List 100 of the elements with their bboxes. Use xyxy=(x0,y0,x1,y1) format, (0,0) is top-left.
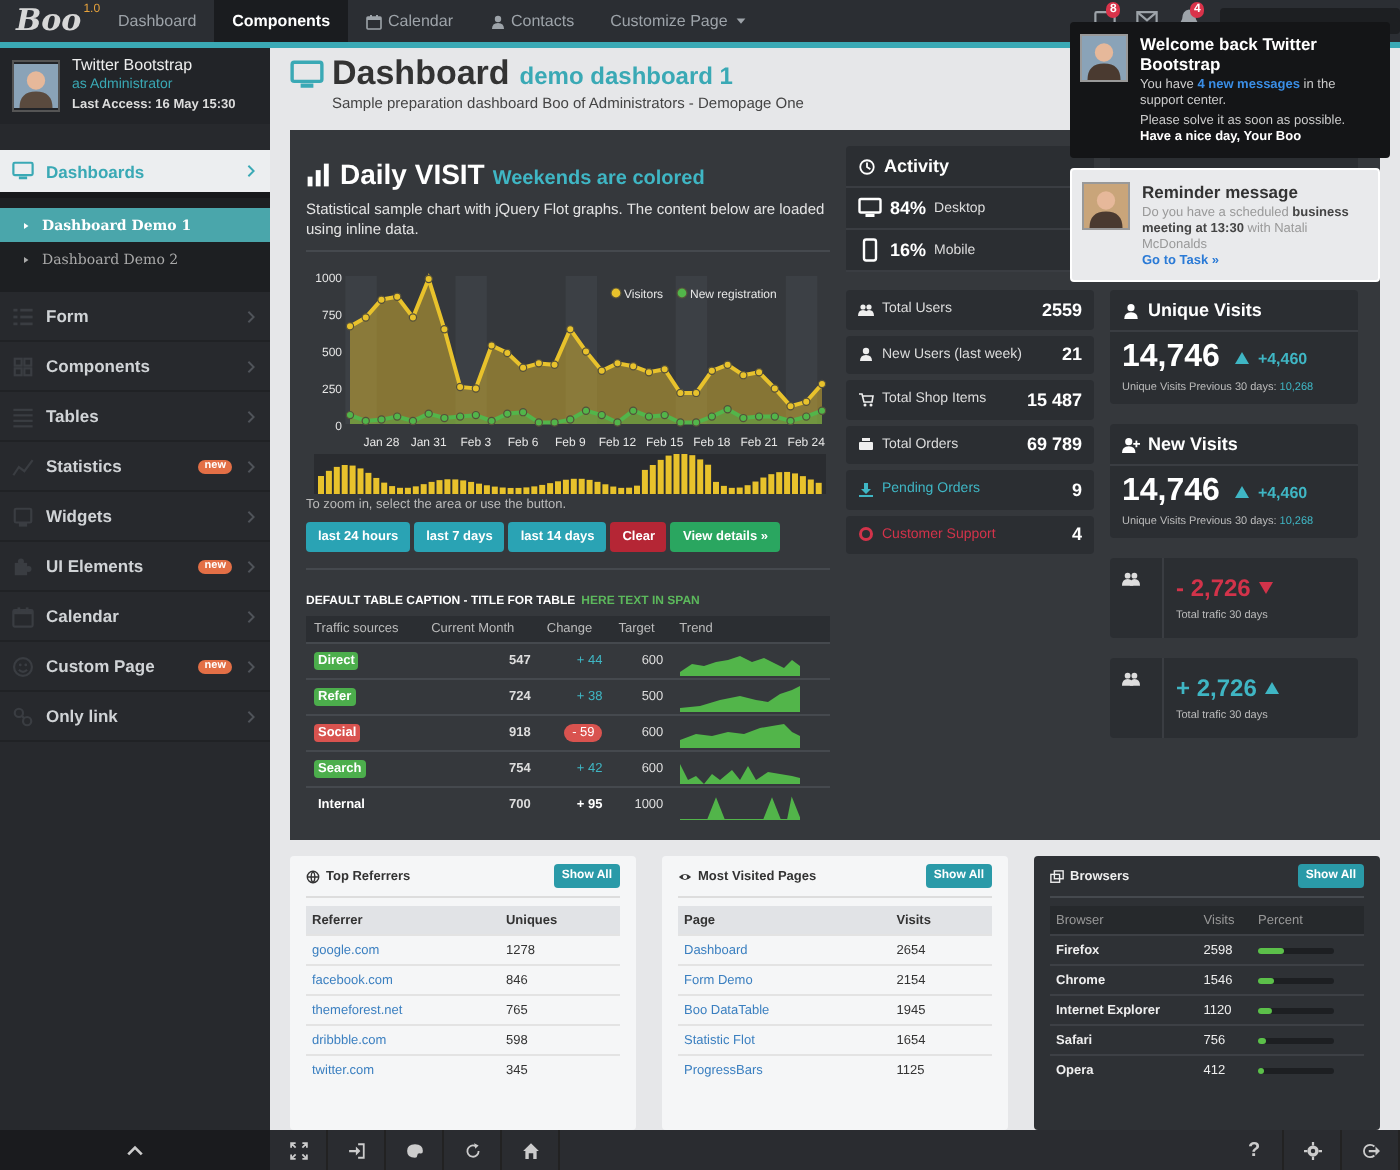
data-point xyxy=(581,347,591,356)
person-icon xyxy=(858,346,874,363)
calendar-icon xyxy=(366,13,383,29)
download-icon xyxy=(858,481,874,498)
stat-value: 2559 xyxy=(1041,299,1082,320)
data-point xyxy=(660,410,669,420)
data-point xyxy=(503,348,512,358)
nav-tab[interactable]: Calendar xyxy=(348,0,471,42)
progress-bar xyxy=(1258,947,1335,953)
data-point xyxy=(455,412,465,421)
users-icon xyxy=(858,301,874,318)
data-point xyxy=(455,382,465,392)
data-point xyxy=(691,418,701,427)
visits-delta: +4,460 xyxy=(1257,349,1308,367)
data-point xyxy=(550,360,559,369)
monitor-icon xyxy=(290,58,324,92)
data-point xyxy=(770,384,779,393)
sidebar-item[interactable]: Only link xyxy=(0,692,270,742)
card-title: New Visits xyxy=(1148,434,1238,454)
data-point xyxy=(660,365,669,374)
data-point xyxy=(629,362,638,371)
data-point xyxy=(707,366,717,375)
overview-chart-drawing[interactable] xyxy=(314,454,826,494)
nav-tab[interactable]: Customize Page xyxy=(592,0,766,42)
visits-value: 14,746 xyxy=(1122,474,1220,510)
page-title: Dashboard xyxy=(332,54,510,94)
legend-marker xyxy=(676,287,688,299)
data-point xyxy=(534,418,543,427)
data-point xyxy=(471,410,481,420)
sidebar-item[interactable]: Tables xyxy=(0,392,270,442)
up-triangle-icon xyxy=(1233,484,1250,500)
data-point xyxy=(629,406,638,415)
data-point xyxy=(676,388,685,398)
chevron-right-icon xyxy=(244,609,258,623)
card-title: Activity xyxy=(884,156,950,176)
device-percent: 84% xyxy=(890,198,927,218)
stat-value: 9 xyxy=(1071,479,1082,500)
chevron-right-icon xyxy=(244,509,258,523)
person-icon xyxy=(489,13,505,29)
fullscreen-icon[interactable] xyxy=(289,1141,307,1159)
logout-icon[interactable] xyxy=(1361,1141,1379,1159)
data-point xyxy=(707,412,717,421)
visits-delta: +4,460 xyxy=(1257,483,1308,501)
data-point xyxy=(440,325,449,334)
data-point xyxy=(581,406,591,415)
data-point xyxy=(487,416,496,426)
traffic-value: - 2,726 xyxy=(1176,574,1251,602)
data-point xyxy=(550,418,559,427)
data-point xyxy=(817,379,827,389)
logo[interactable]: Boo xyxy=(16,0,82,40)
data-point xyxy=(518,363,528,372)
up-triangle-icon xyxy=(1233,350,1250,366)
data-point xyxy=(754,368,764,377)
nav-tab[interactable]: Dashboard xyxy=(100,0,215,42)
down-triangle-icon xyxy=(1258,580,1275,596)
cart-icon xyxy=(858,391,874,408)
data-point xyxy=(597,410,606,420)
section-subtitle: Weekends are colored xyxy=(492,168,705,190)
chevron-right-icon xyxy=(244,164,258,178)
data-point xyxy=(739,370,748,380)
sign-in-icon[interactable] xyxy=(347,1141,365,1159)
data-point xyxy=(393,412,402,421)
sidebar-item[interactable]: Widgets xyxy=(0,492,270,542)
user-name: Twitter Bootstrap xyxy=(72,56,195,76)
lifebuoy-icon xyxy=(858,526,874,543)
toast-title: Reminder message xyxy=(1142,182,1300,202)
data-point xyxy=(566,325,575,334)
toast-title: Welcome back Twitter Bootstrap xyxy=(1140,34,1319,74)
sidebar-item[interactable]: Components xyxy=(0,342,270,392)
data-point xyxy=(644,368,654,377)
eye-icon xyxy=(678,869,692,883)
globe-icon xyxy=(306,869,320,883)
sidebar-item[interactable]: Calendar xyxy=(0,592,270,642)
visits-value: 14,746 xyxy=(1122,340,1220,376)
data-point xyxy=(739,413,748,423)
card-title: Unique Visits xyxy=(1148,300,1262,320)
nav-tab[interactable]: Components xyxy=(214,0,349,42)
nav-tab[interactable]: Contacts xyxy=(471,0,593,42)
data-point xyxy=(518,407,528,417)
sidebar-item[interactable]: Form xyxy=(0,292,270,342)
data-point xyxy=(644,412,654,421)
chevron-up-icon[interactable] xyxy=(126,1141,144,1159)
clock-icon xyxy=(858,157,876,175)
data-point xyxy=(566,415,575,424)
chevron-right-icon xyxy=(244,459,258,473)
chevron-right-icon xyxy=(244,409,258,423)
data-point xyxy=(786,402,795,411)
data-point xyxy=(597,366,606,375)
data-point xyxy=(361,313,370,322)
avatar xyxy=(1080,34,1128,82)
chevron-right-icon xyxy=(244,559,258,573)
bar-chart-icon xyxy=(306,161,332,187)
device-percent: 16% xyxy=(890,240,927,260)
data-point xyxy=(408,416,418,426)
stat-value: 4 xyxy=(1071,524,1082,545)
data-point xyxy=(691,388,701,398)
refresh-icon[interactable] xyxy=(463,1141,481,1159)
bullet-icon xyxy=(22,221,30,229)
home-icon[interactable] xyxy=(521,1141,539,1159)
help-button[interactable]: ? xyxy=(1247,1139,1261,1161)
